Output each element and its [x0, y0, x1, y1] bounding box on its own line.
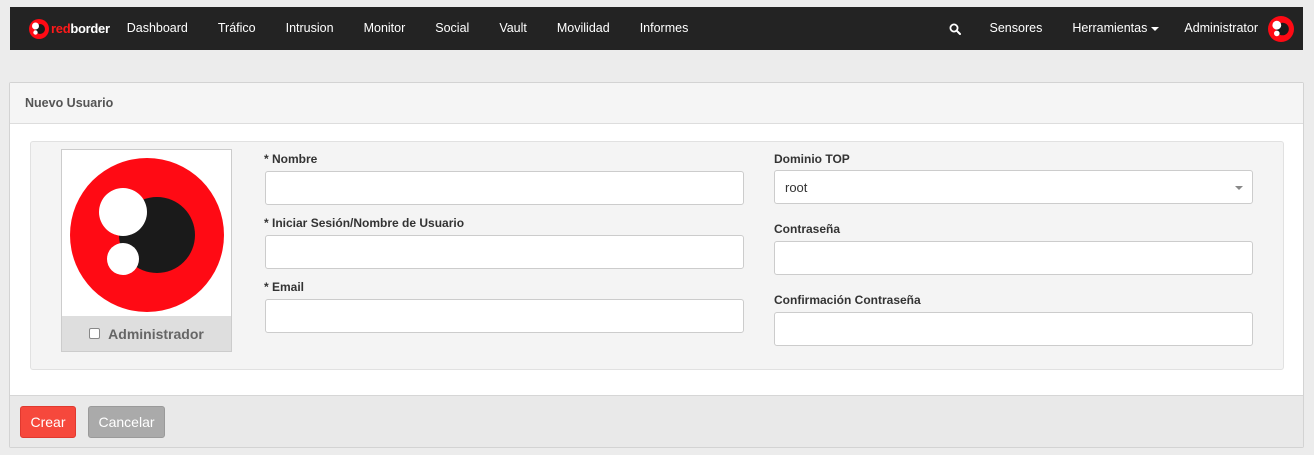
nav-right: Sensores Herramientas Administrator	[935, 7, 1303, 50]
login-label: * Iniciar Sesión/Nombre de Usuario	[264, 216, 465, 230]
top-navbar: redborder Dashboard Tráfico Intrusion Mo…	[10, 7, 1303, 50]
nav-item-social[interactable]: Social	[420, 7, 484, 50]
nav-item-intrusion[interactable]: Intrusion	[271, 7, 349, 50]
herramientas-label: Herramientas	[1072, 21, 1148, 35]
page-title: Nuevo Usuario	[25, 96, 114, 110]
admin-checkbox[interactable]	[89, 328, 101, 339]
nav-item-monitor[interactable]: Monitor	[349, 7, 421, 50]
nav-item-movilidad[interactable]: Movilidad	[542, 7, 625, 50]
password-label: Contraseña	[774, 222, 841, 236]
login-input[interactable]	[265, 235, 744, 269]
redborder-logo-icon	[29, 18, 49, 39]
name-input[interactable]	[265, 171, 744, 205]
main-nav: Dashboard Tráfico Intrusion Monitor Soci…	[112, 7, 704, 50]
avatar-box: Administrador	[61, 149, 232, 352]
nav-item-informes[interactable]: Informes	[625, 7, 704, 50]
password-confirm-label-wrap: Confirmación Contraseña	[774, 292, 921, 307]
brand-text: redborder	[51, 21, 110, 36]
nav-item-trafico[interactable]: Tráfico	[203, 7, 271, 50]
chevron-down-icon	[1151, 26, 1160, 31]
email-input[interactable]	[265, 299, 744, 333]
brand[interactable]: redborder	[29, 7, 110, 50]
panel-footer: Crear Cancelar	[10, 395, 1303, 447]
password-label-wrap: Contraseña	[774, 221, 840, 236]
name-label-wrap: * Nombre	[264, 151, 317, 166]
search-icon	[949, 23, 961, 35]
create-button[interactable]: Crear	[20, 406, 76, 438]
user-menu[interactable]: Administrator	[1169, 7, 1258, 50]
user-avatar-large-icon[interactable]	[67, 155, 227, 315]
nav-item-sensores[interactable]: Sensores	[975, 7, 1058, 50]
name-label: * Nombre	[264, 152, 318, 166]
search-button[interactable]	[935, 7, 975, 50]
form-well: Administrador * Nombre * Iniciar Sesión/…	[30, 141, 1284, 370]
admin-toggle: Administrador	[62, 316, 231, 351]
nav-item-vault[interactable]: Vault	[484, 7, 542, 50]
new-user-panel: Nuevo Usuario Administrador * Nombre * I…	[9, 82, 1304, 448]
cancel-button[interactable]: Cancelar	[88, 406, 165, 438]
domain-value: root	[785, 179, 808, 195]
user-avatar-icon[interactable]	[1268, 15, 1294, 42]
password-confirm-label: Confirmación Contraseña	[774, 293, 921, 307]
password-confirm-input[interactable]	[774, 312, 1253, 346]
domain-label-wrap: Dominio TOP	[774, 151, 850, 166]
domain-select[interactable]: root	[774, 170, 1253, 204]
nav-item-herramientas[interactable]: Herramientas	[1057, 7, 1169, 50]
admin-label: Administrador	[108, 325, 204, 342]
password-input[interactable]	[774, 241, 1253, 275]
email-label: * Email	[264, 280, 305, 294]
email-label-wrap: * Email	[264, 279, 304, 294]
chevron-down-icon	[1235, 186, 1243, 190]
login-label-wrap: * Iniciar Sesión/Nombre de Usuario	[264, 215, 464, 230]
panel-heading: Nuevo Usuario	[10, 83, 1303, 124]
domain-label: Dominio TOP	[774, 152, 850, 166]
nav-item-dashboard[interactable]: Dashboard	[112, 7, 203, 50]
